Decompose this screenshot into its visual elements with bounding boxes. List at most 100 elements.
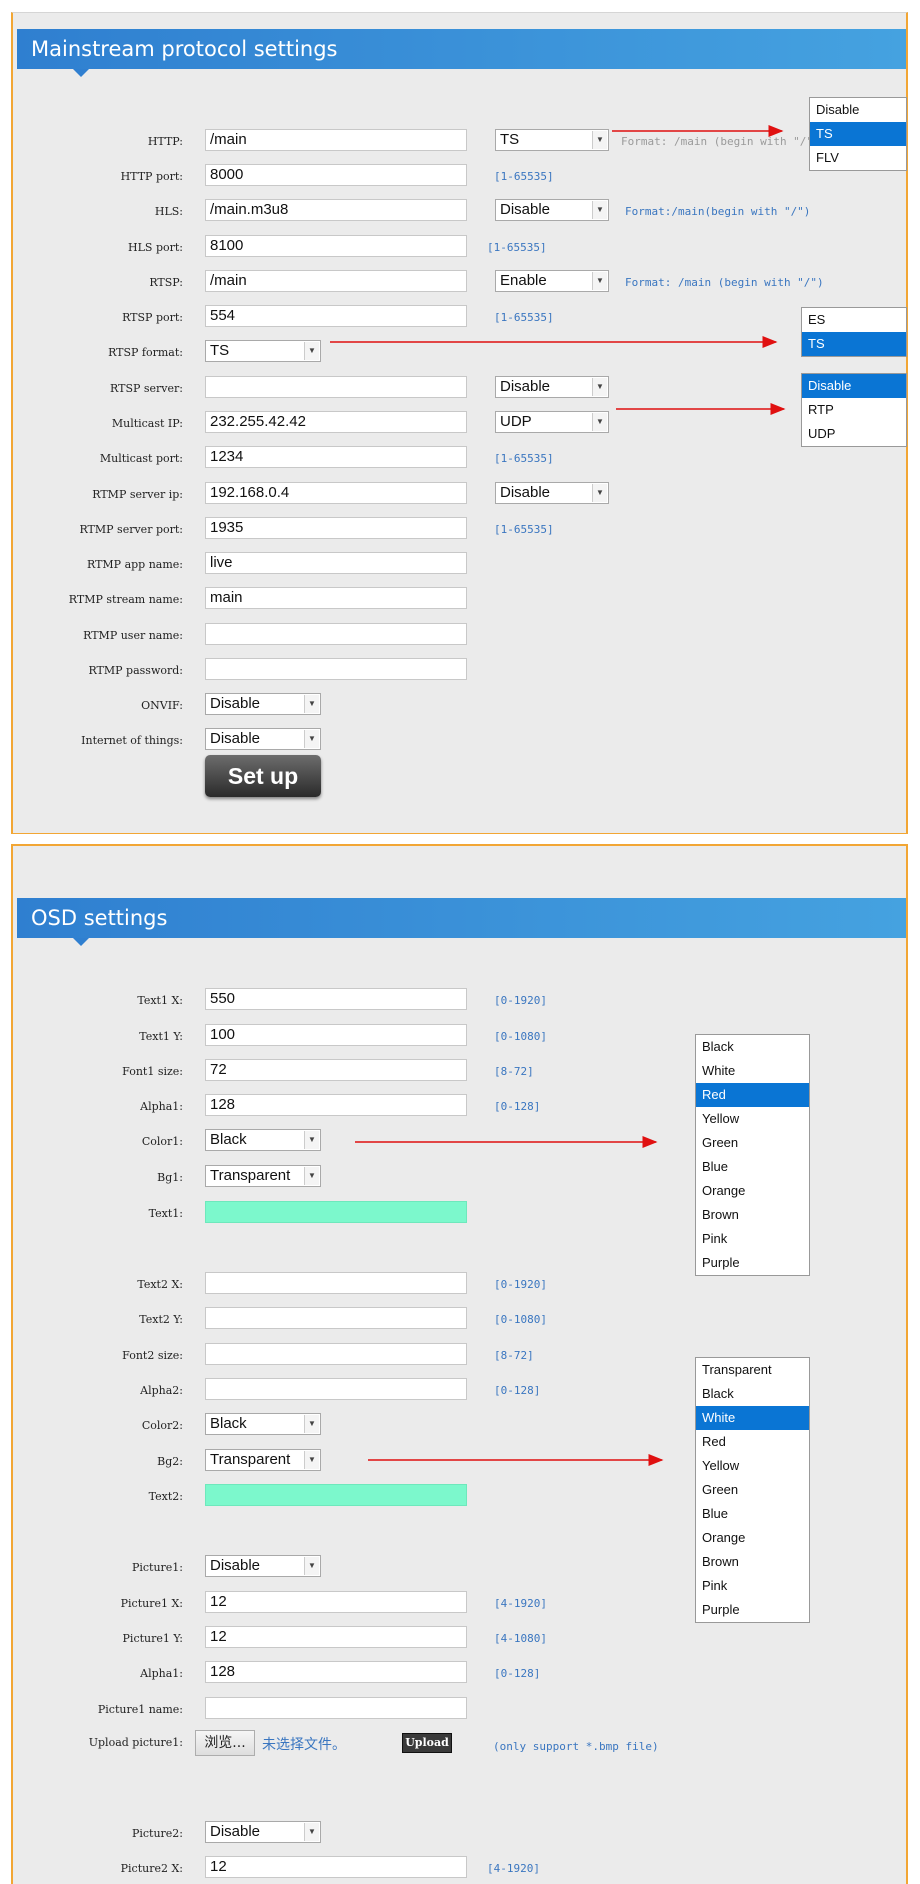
picture1-select[interactable]: Disable ▼ — [205, 1555, 321, 1577]
dropdown-option[interactable]: Transparent — [696, 1358, 809, 1382]
http-format-select[interactable]: TS ▼ — [495, 129, 609, 151]
multicast-ip-label: Multicast IP: — [111, 417, 183, 430]
dropdown-option[interactable]: ES — [802, 308, 906, 332]
alpha1-input[interactable]: 128 — [205, 1094, 467, 1116]
osd-panel: OSD settings Text1 X: 550 [0-1920] Text1… — [11, 844, 908, 1884]
picture1-name-input[interactable] — [205, 1697, 467, 1719]
text2-y-label: Text2 Y: — [139, 1313, 183, 1326]
rtmp-app-name-input[interactable]: live — [205, 552, 467, 574]
dropdown-option-selected[interactable]: TS — [810, 122, 906, 146]
font1-size-input[interactable]: 72 — [205, 1059, 467, 1081]
dropdown-option[interactable]: Purple — [696, 1251, 809, 1275]
text2-y-input[interactable] — [205, 1307, 467, 1329]
rtmp-server-port-input[interactable]: 1935 — [205, 517, 467, 539]
bg2-label: Bg2: — [157, 1455, 183, 1468]
picture1-x-range: [4-1920] — [494, 1597, 547, 1610]
picture1-y-input[interactable]: 12 — [205, 1626, 467, 1648]
dropdown-option[interactable]: Green — [696, 1478, 809, 1502]
text1-input[interactable] — [205, 1201, 467, 1223]
osd-header: OSD settings — [17, 898, 906, 946]
alpha2-input[interactable] — [205, 1378, 467, 1400]
dropdown-option[interactable]: Black — [696, 1035, 809, 1059]
hls-select[interactable]: Disable ▼ — [495, 199, 609, 221]
dropdown-option[interactable]: Brown — [696, 1203, 809, 1227]
picture2-x-input[interactable]: 12 — [205, 1856, 467, 1878]
onvif-select[interactable]: Disable ▼ — [205, 693, 321, 715]
upload-picture1-label: Upload picture1: — [88, 1736, 183, 1749]
bg1-select[interactable]: Transparent ▼ — [205, 1165, 321, 1187]
dropdown-option[interactable]: White — [696, 1059, 809, 1083]
multicast-port-label: Multicast port: — [99, 452, 183, 465]
rtmp-stream-name-label: RTMP stream name: — [68, 593, 183, 606]
hls-port-range: [1-65535] — [487, 241, 547, 254]
dropdown-option[interactable]: Pink — [696, 1574, 809, 1598]
multicast-protocol-select[interactable]: UDP ▼ — [495, 411, 609, 433]
dropdown-option[interactable]: Purple — [696, 1598, 809, 1622]
rtmp-select[interactable]: Disable ▼ — [495, 482, 609, 504]
setup-button[interactable]: Set up — [205, 755, 321, 797]
picture1-x-label: Picture1 X: — [120, 1597, 183, 1610]
font2-size-input[interactable] — [205, 1343, 467, 1365]
dropdown-option[interactable]: Black — [696, 1382, 809, 1406]
picture2-select[interactable]: Disable ▼ — [205, 1821, 321, 1843]
rtsp-format-select[interactable]: TS ▼ — [205, 340, 321, 362]
bg1-label: Bg1: — [157, 1171, 183, 1184]
text2-input[interactable] — [205, 1484, 467, 1506]
picture1-alpha-input[interactable]: 128 — [205, 1661, 467, 1683]
dropdown-option[interactable]: Yellow — [696, 1454, 809, 1478]
rtsp-select[interactable]: Enable ▼ — [495, 270, 609, 292]
http-input[interactable]: /main — [205, 129, 467, 151]
dropdown-option-selected[interactable]: TS — [802, 332, 906, 356]
bg2-select[interactable]: Transparent ▼ — [205, 1449, 321, 1471]
iot-select[interactable]: Disable ▼ — [205, 728, 321, 750]
text1-y-range: [0-1080] — [494, 1030, 547, 1043]
dropdown-option[interactable]: Pink — [696, 1227, 809, 1251]
chevron-down-icon: ▼ — [304, 1415, 319, 1433]
dropdown-option[interactable]: Orange — [696, 1526, 809, 1550]
http-port-range: [1-65535] — [494, 170, 554, 183]
dropdown-option[interactable]: RTP — [802, 398, 906, 422]
text2-x-input[interactable] — [205, 1272, 467, 1294]
rtsp-server-input[interactable] — [205, 376, 467, 398]
text1-y-input[interactable]: 100 — [205, 1024, 467, 1046]
dropdown-option[interactable]: Green — [696, 1131, 809, 1155]
onvif-label: ONVIF: — [141, 699, 183, 712]
browse-button[interactable]: 浏览... — [195, 1730, 255, 1756]
picture1-x-input[interactable]: 12 — [205, 1591, 467, 1613]
dropdown-option[interactable]: UDP — [802, 422, 906, 446]
rtsp-server-select[interactable]: Disable ▼ — [495, 376, 609, 398]
upload-hint: (only support *.bmp file) — [493, 1740, 659, 1753]
dropdown-option-selected[interactable]: Red — [696, 1083, 809, 1107]
dropdown-option[interactable]: FLV — [810, 146, 906, 170]
text2-y-range: [0-1080] — [494, 1313, 547, 1326]
no-file-label: 未选择文件。 — [262, 1737, 346, 1753]
dropdown-option[interactable]: Disable — [810, 98, 906, 122]
rtmp-user-name-input[interactable] — [205, 623, 467, 645]
multicast-ip-input[interactable]: 232.255.42.42 — [205, 411, 467, 433]
dropdown-option[interactable]: Yellow — [696, 1107, 809, 1131]
upload-button[interactable]: Upload — [402, 1733, 452, 1753]
dropdown-option-selected[interactable]: White — [696, 1406, 809, 1430]
multicast-port-input[interactable]: 1234 — [205, 446, 467, 468]
text1-x-label: Text1 X: — [137, 994, 183, 1007]
color2-select[interactable]: Black ▼ — [205, 1413, 321, 1435]
hls-port-input[interactable]: 8100 — [205, 235, 467, 257]
color1-select[interactable]: Black ▼ — [205, 1129, 321, 1151]
picture1-name-label: Picture1 name: — [97, 1703, 183, 1716]
dropdown-option[interactable]: Orange — [696, 1179, 809, 1203]
hls-input[interactable]: /main.m3u8 — [205, 199, 467, 221]
dropdown-option[interactable]: Brown — [696, 1550, 809, 1574]
dropdown-option[interactable]: Blue — [696, 1155, 809, 1179]
rtsp-input[interactable]: /main — [205, 270, 467, 292]
rtmp-password-input[interactable] — [205, 658, 467, 680]
dropdown-option[interactable]: Blue — [696, 1502, 809, 1526]
rtmp-server-ip-label: RTMP server ip: — [92, 488, 183, 501]
http-port-input[interactable]: 8000 — [205, 164, 467, 186]
dropdown-option-selected[interactable]: Disable — [802, 374, 906, 398]
chevron-down-icon: ▼ — [592, 201, 607, 219]
text1-x-input[interactable]: 550 — [205, 988, 467, 1010]
dropdown-option[interactable]: Red — [696, 1430, 809, 1454]
rtmp-stream-name-input[interactable]: main — [205, 587, 467, 609]
rtmp-server-ip-input[interactable]: 192.168.0.4 — [205, 482, 467, 504]
rtsp-port-input[interactable]: 554 — [205, 305, 467, 327]
